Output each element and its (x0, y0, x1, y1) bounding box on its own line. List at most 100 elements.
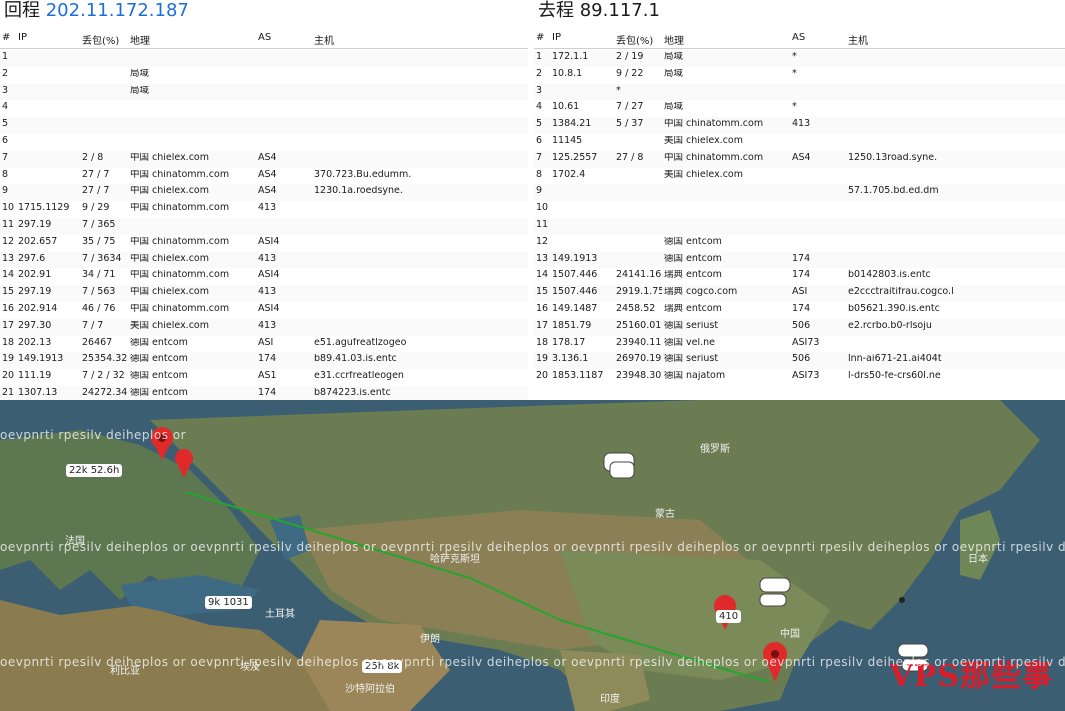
hop-cell: 20 (536, 371, 549, 382)
loss-cell: 2 / 19 (616, 52, 644, 62)
ip-cell: 149.1487 (552, 303, 598, 314)
map-label: 土耳其 (265, 609, 295, 620)
geo-cell: 中国 chinatomm.com (664, 119, 764, 130)
ip-cell: 149.1913 (552, 253, 598, 264)
table-row[interactable]: 3 * (534, 83, 1065, 101)
map-label: 伊朗 (420, 634, 440, 645)
loss-cell: 7 / 7 (82, 320, 104, 331)
header-ip: IP (552, 32, 561, 43)
hop-cell: 19 (536, 354, 549, 365)
table-row[interactable]: 13 297.6 7 / 3634 中国 chielex.com 413 (0, 251, 528, 269)
table-row[interactable]: 19 149.1913 25354.32 德国 entcom 174 b89.41.03.… (0, 352, 528, 370)
table-row[interactable]: 14 202.91 34 / 71 中国 chinatomm.com ASI4 (0, 268, 528, 285)
table-row[interactable]: 18 178.17 23940.11 德国 vel.ne ASI73 (534, 336, 1065, 353)
as-cell: * (792, 52, 797, 62)
ip-cell: 1853.1187 (552, 371, 604, 382)
table-row[interactable]: 3 局域 (0, 83, 528, 101)
table-row[interactable]: 1 (0, 50, 528, 67)
loss-cell: 27 / 7 (82, 186, 110, 197)
table-row[interactable]: 5 1384.21 5 / 37 中国 chinatomm.com 413 (534, 117, 1065, 134)
as-cell: 174 (792, 253, 811, 264)
return-table-body: 1 2 局域 3 局域 4 5 6 7 2 / 8 中国 chielex.com AS4 8 27 / 7… (0, 50, 528, 400)
header-ip: IP (18, 32, 27, 43)
route-map[interactable]: oevpnrti rpesilv deiheplos or 俄罗斯 蒙古 中国 … (0, 400, 1065, 711)
as-cell: AS4 (258, 169, 277, 180)
table-row[interactable]: 6 11145 美国 chielex.com (534, 134, 1065, 151)
hop-cell: 14 (536, 270, 549, 281)
geo-cell: 瑞典 entcom (664, 303, 722, 314)
table-row[interactable]: 13 149.1913 德国 entcom 174 (534, 251, 1065, 269)
geo-cell: 局域 (130, 68, 150, 79)
hop-cell: 6 (2, 135, 9, 146)
geo-cell: 局域 (664, 102, 684, 113)
table-row[interactable]: 2 局域 (0, 67, 528, 84)
table-row[interactable]: 4 (0, 100, 528, 117)
table-row[interactable]: 20 111.19 7 / 2 / 32 德国 entcom AS1 e31.ccrfre… (0, 369, 528, 386)
table-row[interactable]: 14 1507.446 24141.16 瑞典 entcom 174 b0142803.i… (534, 268, 1065, 285)
as-cell: ASI (258, 337, 274, 348)
ip-cell: 10.61 (552, 102, 580, 113)
table-row[interactable]: 18 202.13 26467 德国 entcom ASI e51.agufreatlzo… (0, 336, 528, 353)
outbound-trace-title: 去程 89.117.1 (538, 0, 660, 22)
table-row[interactable]: 15 297.19 7 / 563 中国 chielex.com 413 (0, 285, 528, 302)
table-row[interactable]: 5 (0, 117, 528, 134)
table-row[interactable]: 8 1702.4 美国 chielex.com (534, 168, 1065, 185)
header-loss: 丢包(%) (82, 36, 120, 47)
table-row[interactable]: 16 149.1487 2458.52 瑞典 entcom 174 b05621.390.… (534, 302, 1065, 319)
table-row[interactable]: 1 172.1.1 2 / 19 局域 * (534, 50, 1065, 67)
table-row[interactable]: 12 202.657 35 / 75 中国 chinatomm.com ASI4 (0, 235, 528, 252)
as-cell: * (792, 68, 797, 79)
table-row[interactable]: 2 10.8.1 9 / 22 局域 * (534, 67, 1065, 84)
table-row[interactable]: 12 德国 entcom (534, 235, 1065, 252)
hop-cell: 19 (2, 354, 15, 365)
table-row[interactable]: 19 3.136.1 26970.19 德国 seriust 506 lnn-ai671-… (534, 352, 1065, 370)
geo-cell: 中国 chielex.com (130, 287, 209, 298)
hop-latency-tag: 22k 52.6h (66, 464, 123, 477)
outbound-title-prefix: 去程 (538, 0, 574, 21)
table-row[interactable]: 10 (534, 201, 1065, 218)
loss-cell: 9 / 29 (82, 203, 110, 214)
loss-cell: 23940.11 (616, 337, 662, 348)
table-row[interactable]: 10 1715.1129 9 / 29 中国 chinatomm.com 413 (0, 201, 528, 218)
ip-cell: 202.657 (18, 236, 58, 247)
geo-cell: 德国 entcom (664, 236, 722, 247)
table-row[interactable]: 9 57.1.705.bd.ed.dm (534, 184, 1065, 202)
as-cell: AS4 (792, 152, 811, 163)
table-row[interactable]: 16 202.914 46 / 76 中国 chinatomm.com ASI4 (0, 302, 528, 319)
hop-cell: 9 (536, 186, 543, 197)
ip-cell: 202.914 (18, 303, 58, 314)
as-cell: 174 (792, 270, 811, 281)
hop-cell: 10 (2, 203, 15, 214)
header-geo: 地理 (130, 36, 150, 47)
hop-latency-tag: 410 (716, 610, 742, 623)
hop-cell: 4 (2, 102, 9, 113)
table-row[interactable]: 9 27 / 7 中国 chielex.com AS4 1230.1a.roedsyne… (0, 184, 528, 202)
geo-cell: 德国 entcom (130, 387, 188, 398)
table-row[interactable]: 11 297.19 7 / 365 (0, 217, 528, 235)
table-row[interactable]: 7 2 / 8 中国 chielex.com AS4 (0, 150, 528, 168)
outbound-target-ip[interactable]: 89.117.1 (580, 0, 660, 21)
table-row[interactable]: 20 1853.1187 23948.30 德国 najatom ASI73 l-drs5… (534, 369, 1065, 386)
table-row[interactable]: 8 27 / 7 中国 chinatomm.com AS4 370.723.Bu.edu… (0, 168, 528, 185)
table-row[interactable]: 17 1851.79 25160.01 德国 seriust 506 e2.rcrbo.b… (534, 318, 1065, 336)
table-row[interactable]: 17 297.30 7 / 7 美国 chielex.com 413 (0, 318, 528, 336)
map-watermark: oevpnrti rpesilv deiheplos or oevpnrti r… (0, 540, 1065, 554)
ip-cell: 202.13 (18, 337, 52, 348)
as-cell: 413 (258, 203, 277, 214)
host-cell: e31.ccrfreatleogen (314, 371, 404, 382)
table-row[interactable]: 15 1507.446 2919.1.75 瑞典 cogco.com ASI e2ccct… (534, 285, 1065, 302)
as-cell: 174 (792, 303, 811, 314)
table-row[interactable]: 6 (0, 134, 528, 151)
return-target-ip-link[interactable]: 202.11.172.187 (46, 0, 189, 21)
geo-cell: 中国 chinatomm.com (130, 270, 230, 281)
table-row[interactable]: 4 10.61 7 / 27 局域 * (534, 100, 1065, 117)
loss-cell: 23948.30 (616, 371, 662, 382)
outbound-table-header: # IP 丢包(%) 地理 AS 主机 (534, 30, 1065, 49)
hop-cell: 4 (536, 102, 543, 113)
as-cell: AS1 (258, 371, 277, 382)
table-row[interactable]: 21 1307.13 24272.34 德国 entcom 174 b874223.is.… (0, 385, 528, 400)
ip-cell: 10.8.1 (552, 68, 583, 79)
table-row[interactable]: 7 125.2557 27 / 8 中国 chinatomm.com AS4 1250.1… (534, 150, 1065, 168)
table-row[interactable]: 11 (534, 217, 1065, 235)
ip-cell: 1384.21 (552, 119, 592, 130)
